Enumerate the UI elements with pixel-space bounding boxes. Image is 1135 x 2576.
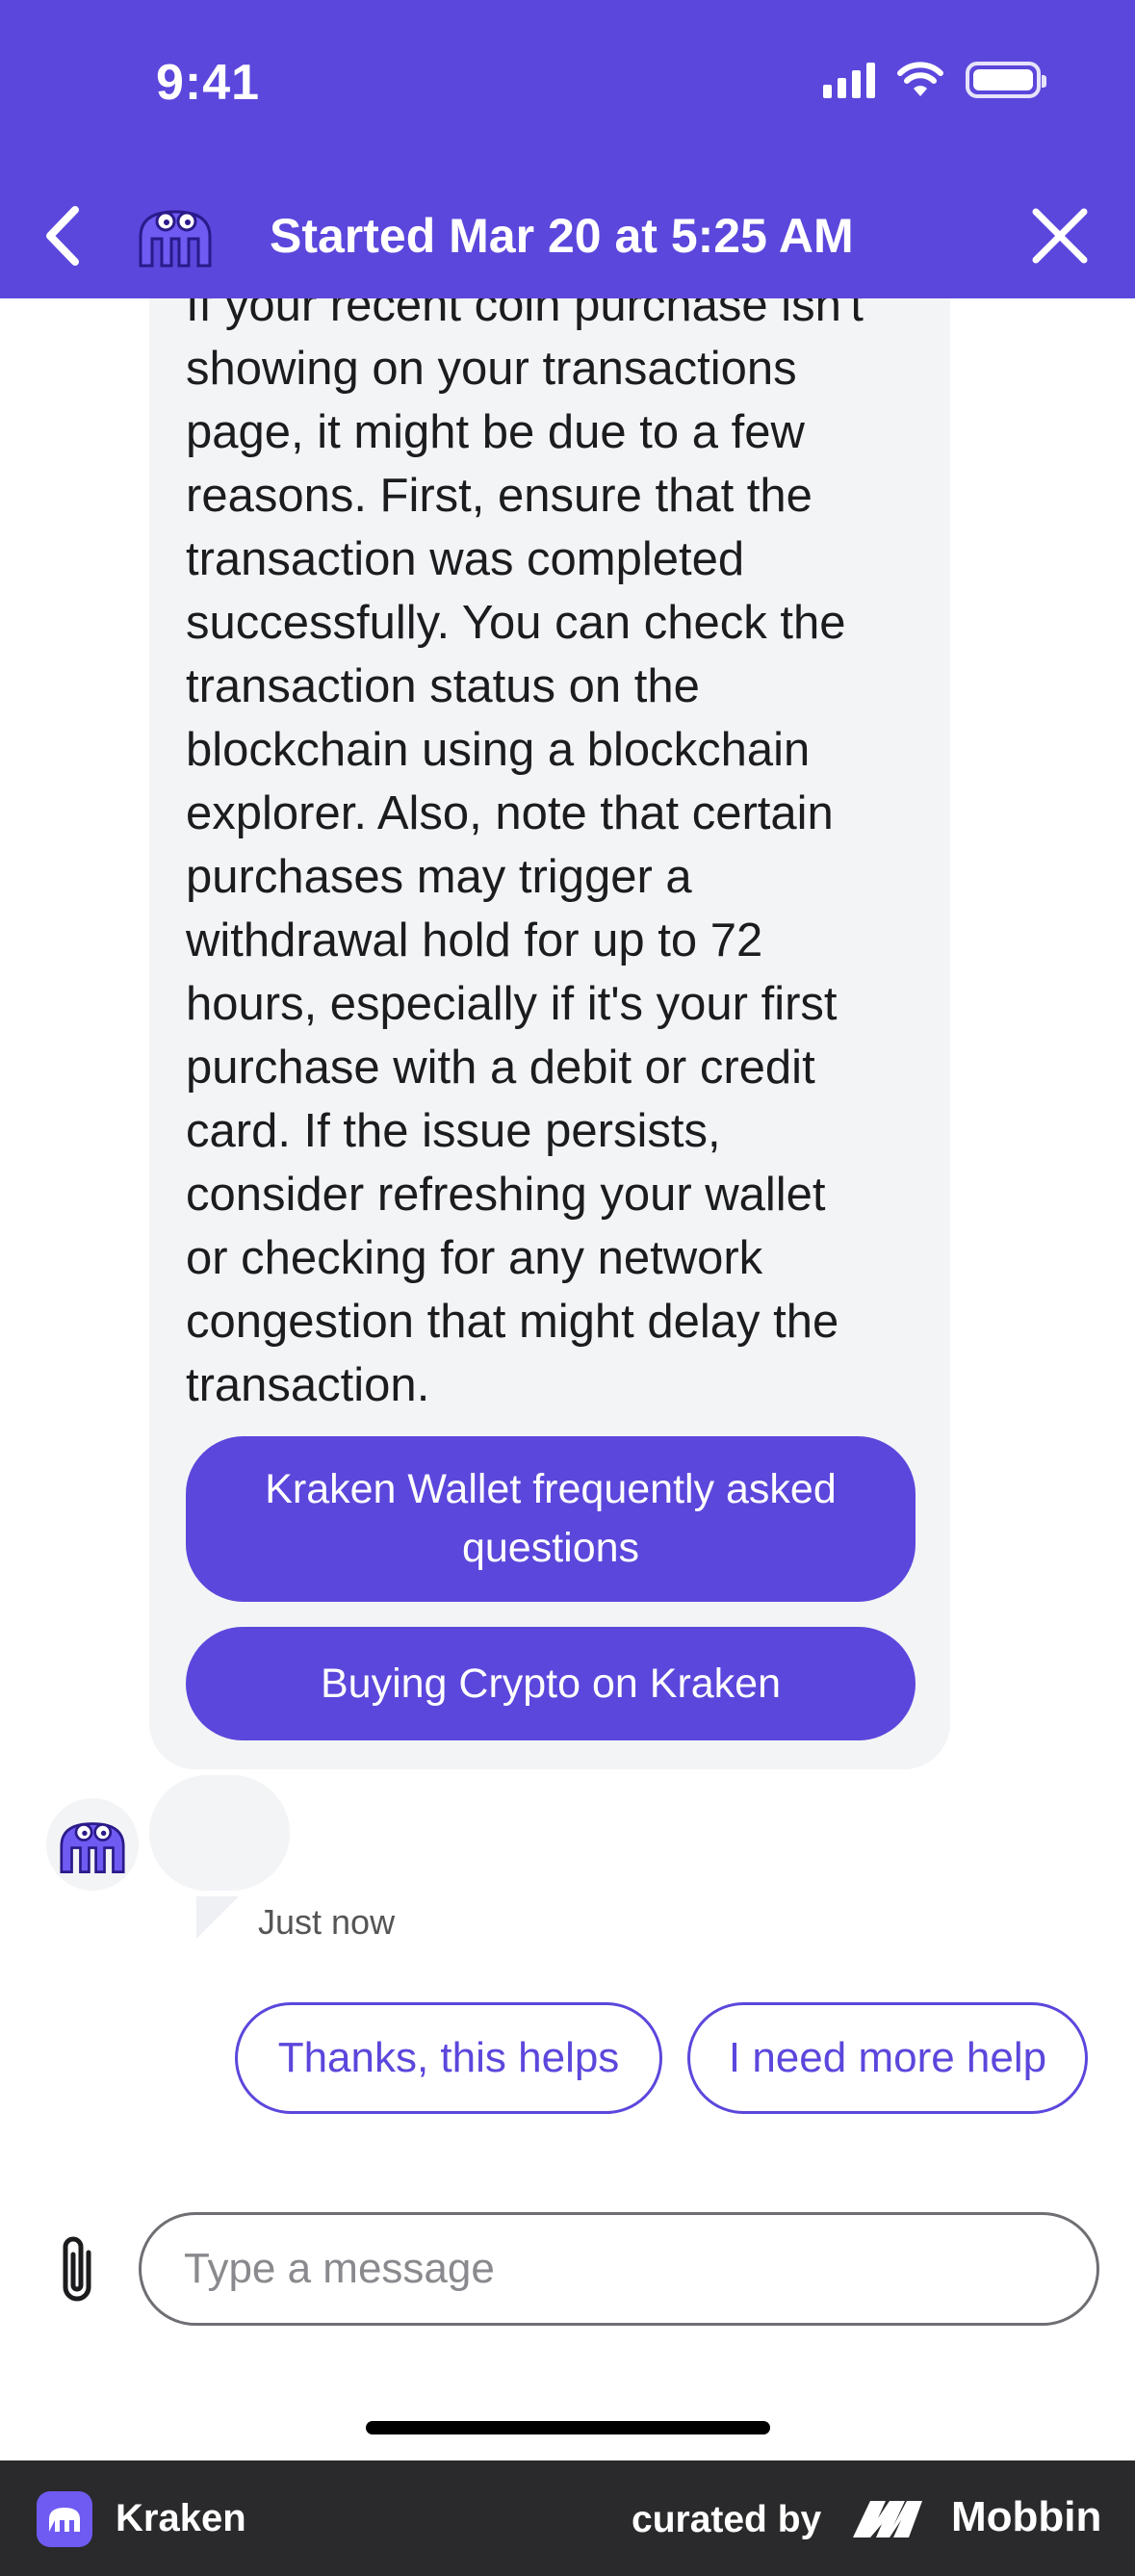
back-icon[interactable] <box>39 202 87 270</box>
home-indicator <box>366 2421 770 2434</box>
bubble-tail <box>196 1896 239 1939</box>
bot-avatar <box>46 1798 139 1891</box>
footer-brand: Mobbin <box>951 2493 1102 2540</box>
footer-curated-by: curated by <box>632 2499 822 2540</box>
status-time: 9:41 <box>156 55 261 111</box>
chat-header: 9:41 Started Mar 20 at 5:25 AM <box>0 0 1135 298</box>
kraken-logo-icon <box>37 2491 92 2547</box>
close-icon[interactable] <box>1028 204 1092 268</box>
faq-link-button[interactable]: Kraken Wallet frequently asked questions <box>186 1436 916 1602</box>
message-input[interactable] <box>139 2212 1099 2326</box>
paperclip-icon[interactable] <box>50 2231 104 2308</box>
footer-app-name: Kraken <box>116 2497 246 2539</box>
wifi-icon <box>897 62 943 96</box>
mobbin-logo-icon <box>853 2501 922 2537</box>
bot-message-text: If your recent coin purchase isn't showi… <box>186 279 864 1411</box>
battery-icon <box>966 62 1046 98</box>
bot-message-bubble: If your recent coin purchase isn't showi… <box>149 231 950 1769</box>
message-timestamp: Just now <box>258 1902 396 1942</box>
quick-reply-thanks[interactable]: Thanks, this helps <box>235 2002 662 2114</box>
typing-indicator-bubble <box>149 1775 290 1891</box>
kraken-bot-icon <box>60 1822 125 1873</box>
status-icons <box>823 62 1046 98</box>
conversation-title: Started Mar 20 at 5:25 AM <box>270 209 854 263</box>
kraken-bot-avatar-icon <box>139 210 212 268</box>
signal-icon <box>823 62 875 98</box>
quick-reply-more-help[interactable]: I need more help <box>687 2002 1088 2114</box>
buying-crypto-link-button[interactable]: Buying Crypto on Kraken <box>186 1627 916 1740</box>
